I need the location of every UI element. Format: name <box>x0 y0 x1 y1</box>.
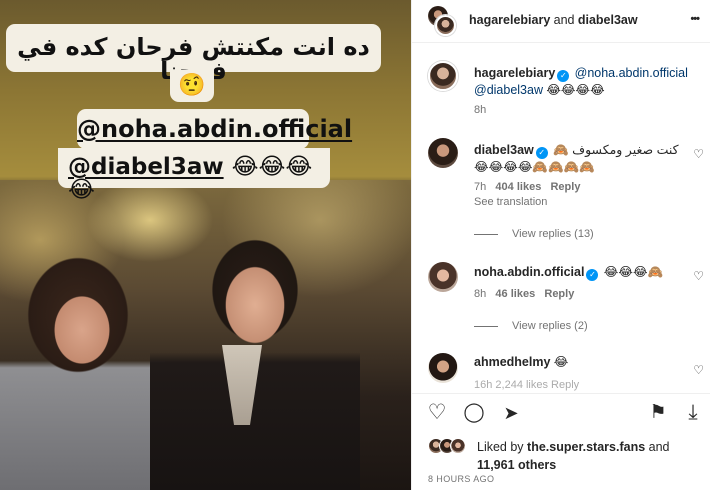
liked-by-user[interactable]: the.super.stars.fans <box>527 440 645 454</box>
header-usernames: hagarelebiary and diabel3aw <box>469 13 638 27</box>
comment-time: 8h <box>474 288 487 300</box>
liked-by-count[interactable]: 11,961 <box>477 458 515 472</box>
comment-reply-button[interactable]: Reply <box>544 288 574 300</box>
liked-by-and: and <box>648 440 670 454</box>
story-emoji: 🤨 <box>170 70 214 102</box>
comment-likes-label[interactable]: likes <box>517 181 541 193</box>
story-mention-noha-text[interactable]: @noha.abdin.official <box>77 115 352 143</box>
comment-like-icon[interactable]: ♡ <box>693 148 704 160</box>
action-bar: ♡ ◯ ➤ ⚑ ⤓ <box>412 393 710 431</box>
post-media[interactable]: ده انت مكنتش فرحان كده في فرحنا 🤨 @noha.… <box>0 0 411 490</box>
header-user2[interactable]: diabel3aw <box>578 13 638 27</box>
comment-avatar[interactable] <box>428 262 458 292</box>
comment-reply-button[interactable]: Reply <box>550 181 580 193</box>
see-translation-link[interactable]: See translation <box>474 196 547 208</box>
comment-bubble-icon[interactable]: ◯ <box>462 401 486 425</box>
comment-text: 😂 <box>553 355 569 369</box>
caption-text: hagarelebiary ✓ @noha.abdin.official @dia… <box>474 65 699 98</box>
story-mention-diab[interactable]: @diabel3aw 😂😂😂😂 <box>58 148 330 202</box>
caption-emojis: 😂😂😂😂 <box>546 83 605 97</box>
liker-avatar <box>450 438 466 454</box>
share-send-icon[interactable]: ➤ <box>499 401 523 425</box>
comment-username[interactable]: ahmedhelmy <box>474 355 550 369</box>
comment-like-icon[interactable]: ♡ <box>693 270 704 282</box>
post-header: hagarelebiary and diabel3aw ••• <box>412 0 710 43</box>
liked-by-text: Liked by the.super.stars.fans and 11,961… <box>477 438 707 474</box>
comment-text: 😂😂😂🙈 <box>603 265 664 279</box>
replies-divider <box>474 233 498 235</box>
bride-figure <box>0 255 165 490</box>
header-avatar-front[interactable] <box>435 15 456 36</box>
verified-icon: ✓ <box>535 147 548 159</box>
view-replies-button[interactable]: View replies (13) <box>474 228 594 240</box>
download-icon[interactable]: ⤓ <box>681 401 705 425</box>
comment-row: ahmedhelmy 😂 16h 2,244 likes Reply ♡ <box>412 348 710 392</box>
comment-likes-label[interactable]: likes <box>511 288 535 300</box>
view-replies-label[interactable]: View replies (13) <box>512 228 594 240</box>
post-timestamp[interactable]: 8 HOURS AGO <box>428 474 494 484</box>
comment-avatar[interactable] <box>428 138 458 168</box>
comment-body: diabel3aw ✓ كنت صغير ومكسوف 🙈🙈🙈🙈🙈😂😂😂😂 <box>474 142 684 175</box>
view-replies-button[interactable]: View replies (2) <box>474 320 588 332</box>
liked-by-prefix: Liked by <box>477 440 524 454</box>
caption-mention1[interactable]: @noha.abdin.official <box>575 66 688 80</box>
post-side-panel: hagarelebiary and diabel3aw ••• hagarele… <box>411 0 710 490</box>
verified-icon: ✓ <box>557 70 570 82</box>
like-heart-icon[interactable]: ♡ <box>425 401 449 425</box>
caption-row: hagarelebiary ✓ @noha.abdin.official @dia… <box>412 59 710 119</box>
replies-divider <box>474 325 498 327</box>
comment-avatar[interactable] <box>428 353 458 383</box>
view-replies-label[interactable]: View replies (2) <box>512 320 588 332</box>
more-options-icon[interactable]: ••• <box>690 13 700 25</box>
caption-avatar[interactable] <box>428 61 458 91</box>
comment-likes-count[interactable]: 46 <box>495 288 507 300</box>
caption-time: 8h <box>474 104 487 116</box>
header-user1[interactable]: hagarelebiary <box>469 13 550 27</box>
save-bookmark-icon[interactable]: ⚑ <box>646 401 670 425</box>
liked-by-avatars[interactable] <box>428 436 474 456</box>
caption-username[interactable]: hagarelebiary <box>474 66 555 80</box>
header-and: and <box>553 13 575 27</box>
comment-username[interactable]: noha.abdin.official <box>474 265 584 279</box>
story-mention-noha[interactable]: @noha.abdin.official <box>77 109 352 149</box>
comment-row: noha.abdin.official ✓ 😂😂😂🙈 8h 46 likes Re… <box>412 258 710 310</box>
comment-row: diabel3aw ✓ كنت صغير ومكسوف 🙈🙈🙈🙈🙈😂😂😂😂 7h … <box>412 136 710 216</box>
caption-mention2[interactable]: @diabel3aw <box>474 83 543 97</box>
comment-like-icon[interactable]: ♡ <box>693 364 704 376</box>
comment-body: ahmedhelmy 😂 <box>474 354 684 370</box>
comment-meta: 8h 46 likes Reply <box>474 288 574 300</box>
comment-time: 7h <box>474 181 487 193</box>
comment-meta: 7h 404 likes Reply <box>474 181 580 193</box>
comment-body: noha.abdin.official ✓ 😂😂😂🙈 <box>474 264 684 281</box>
verified-icon: ✓ <box>586 269 599 281</box>
comment-username[interactable]: diabel3aw <box>474 143 534 157</box>
comment-likes-count[interactable]: 404 <box>495 181 513 193</box>
comment-meta-partial: 16h 2,244 likes Reply <box>474 379 580 391</box>
liked-by-others[interactable]: others <box>518 458 556 472</box>
story-text-line1: ده انت مكنتش فرحان كده في فرحنا <box>6 24 381 83</box>
